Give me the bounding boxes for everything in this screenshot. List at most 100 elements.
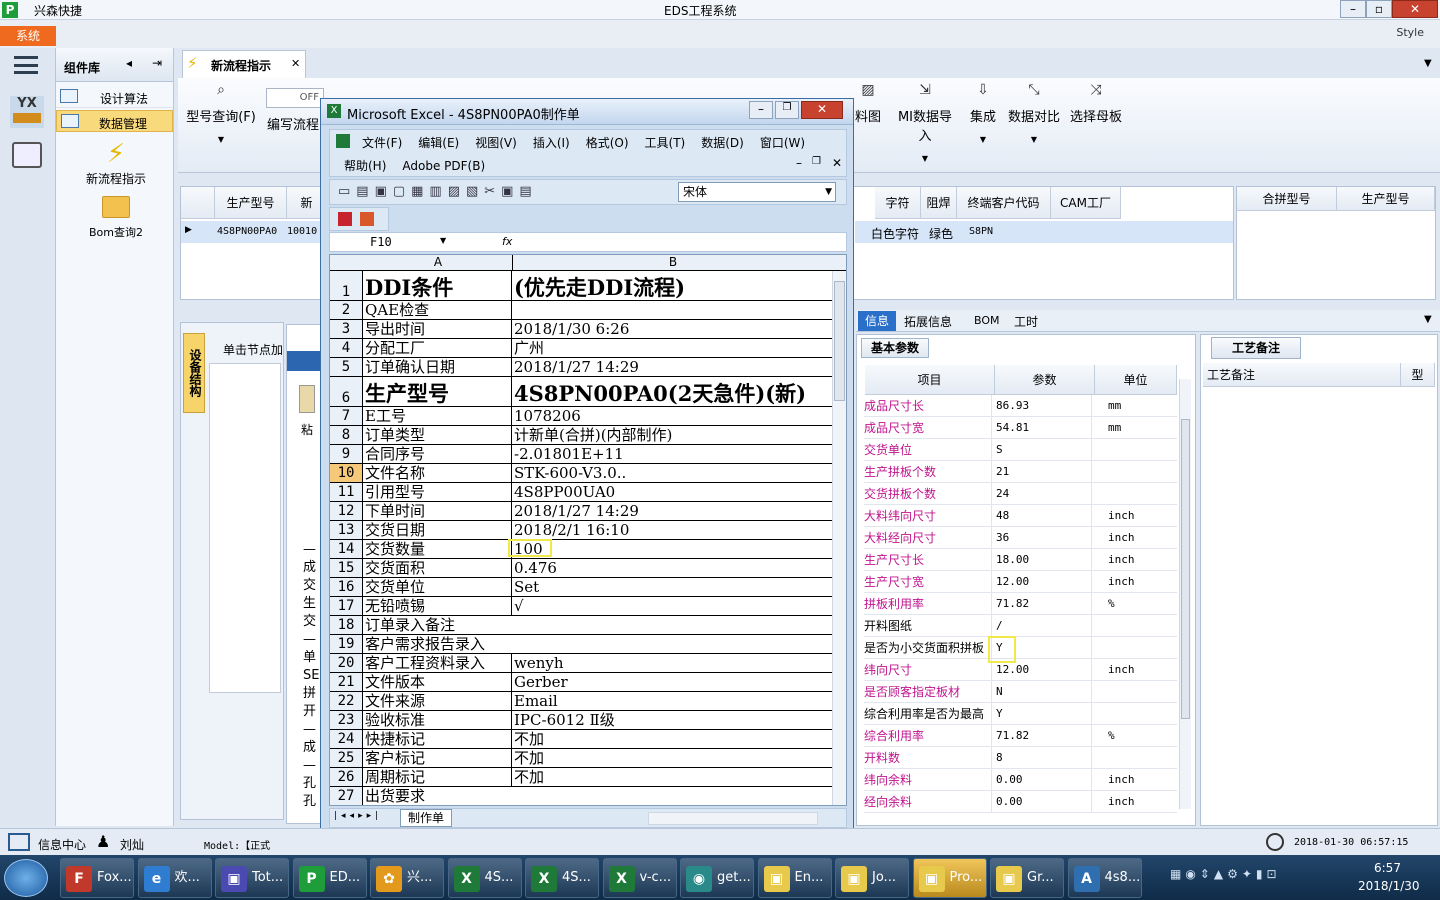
- cell-b[interactable]: wenyh: [513, 654, 831, 672]
- system-tab[interactable]: 系统: [0, 26, 56, 46]
- cell-b[interactable]: 100: [513, 540, 831, 558]
- taskbar-item[interactable]: ✿ 兴...: [370, 858, 444, 898]
- cell-b[interactable]: IPC-6012 Ⅱ级: [513, 711, 831, 729]
- sheet-tab-make[interactable]: 制作单: [400, 809, 452, 827]
- toolbar-icons[interactable]: ▭▤▣▢▦▥▨▧✂▣▤: [338, 184, 538, 199]
- row-number[interactable]: 18: [330, 616, 363, 634]
- calculator-icon[interactable]: [12, 142, 42, 168]
- cell-b[interactable]: 2018/2/1 16:10: [513, 521, 831, 539]
- tab-info[interactable]: 信息: [858, 311, 896, 331]
- sheet-row[interactable]: 24 快捷标记 不加: [330, 730, 832, 749]
- nav-item-data-management[interactable]: 数据管理: [56, 110, 173, 132]
- row-number[interactable]: 15: [330, 559, 363, 577]
- row-number[interactable]: 8: [330, 426, 363, 444]
- sheet-row[interactable]: 16 交货单位 Set: [330, 578, 832, 597]
- param-row[interactable]: 大料纬向尺寸 48 inch: [864, 505, 1177, 527]
- sheet-row[interactable]: 14 交货数量 100: [330, 540, 832, 559]
- row-number[interactable]: 23: [330, 711, 363, 729]
- close-button[interactable]: ✕: [1392, 0, 1438, 18]
- cell-a[interactable]: 无铅喷锡: [364, 597, 512, 615]
- param-row[interactable]: 交货拼板个数 24: [864, 483, 1177, 505]
- sheet-row[interactable]: 9 合同序号 -2.01801E+11: [330, 445, 832, 464]
- menu-tools[interactable]: 工具(T): [645, 136, 686, 150]
- clock-date[interactable]: 2018/1/30: [1358, 879, 1420, 893]
- cell-b[interactable]: 4S8PP00UA0: [513, 483, 831, 501]
- taskbar-item[interactable]: ▣ Jo...: [835, 858, 909, 898]
- cell-b[interactable]: √: [513, 597, 831, 615]
- param-row[interactable]: 生产拼板个数 21: [864, 461, 1177, 483]
- row-number[interactable]: 2: [330, 301, 363, 319]
- excel-maximize-button[interactable]: ❐: [775, 101, 799, 119]
- cell-a[interactable]: DDI条件: [364, 271, 512, 300]
- param-row[interactable]: 交货单位 S: [864, 439, 1177, 461]
- cell-a[interactable]: 客户工程资料录入: [364, 654, 512, 672]
- sheet-row[interactable]: 27 出货要求: [330, 787, 832, 805]
- cell-a[interactable]: 导出时间: [364, 320, 512, 338]
- taskbar-item[interactable]: ▣ Tot...: [215, 858, 289, 898]
- cell-a[interactable]: 出货要求: [364, 787, 512, 805]
- param-row[interactable]: 生产尺寸长 18.00 inch: [864, 549, 1177, 571]
- notes-col-type[interactable]: 型: [1401, 363, 1435, 387]
- cell-b[interactable]: 不加: [513, 749, 831, 767]
- cell-b[interactable]: 2018/1/27 14:29: [513, 358, 831, 376]
- write-process-button[interactable]: 编写流程: [258, 114, 328, 174]
- clock-time[interactable]: 6:57: [1374, 861, 1401, 875]
- tab-dropdown-icon[interactable]: ▼: [1424, 314, 1432, 325]
- sheet-row[interactable]: 1 DDI条件 (优先走DDI流程): [330, 271, 832, 301]
- sheet-row[interactable]: 12 下单时间 2018/1/27 14:29: [330, 502, 832, 521]
- excel-minimize-button[interactable]: –: [749, 101, 773, 119]
- row-number[interactable]: 19: [330, 635, 363, 653]
- param-row[interactable]: 纬向余料 0.00 inch: [864, 769, 1177, 791]
- cell-a[interactable]: 分配工厂: [364, 339, 512, 357]
- row-number[interactable]: 11: [330, 483, 363, 501]
- cell-a[interactable]: 快捷标记: [364, 730, 512, 748]
- row-number[interactable]: 25: [330, 749, 363, 767]
- paste-icon[interactable]: [299, 385, 315, 413]
- process-notes-tab[interactable]: 工艺备注: [1211, 337, 1301, 359]
- font-select[interactable]: 宋体 ▼: [678, 182, 836, 202]
- minimize-button[interactable]: –: [1340, 0, 1366, 18]
- sheet-row[interactable]: 4 分配工厂 广州: [330, 339, 832, 358]
- col-header-char[interactable]: 字符: [875, 187, 921, 219]
- start-button[interactable]: [4, 859, 48, 897]
- toggle-off[interactable]: OFF: [266, 88, 324, 108]
- style-label[interactable]: Style: [1396, 26, 1424, 39]
- col-header-merge-prod[interactable]: 生产型号: [1337, 187, 1435, 211]
- cell-a[interactable]: 交货数量: [364, 540, 512, 558]
- sheet-row[interactable]: 11 引用型号 4S8PP00UA0: [330, 483, 832, 502]
- cell-b[interactable]: [513, 301, 831, 319]
- col-header-b[interactable]: B: [513, 255, 833, 271]
- param-row[interactable]: 综合利用率 71.82%: [864, 725, 1177, 747]
- menu-window[interactable]: 窗口(W): [760, 136, 805, 150]
- sheet-vscrollbar[interactable]: [832, 271, 846, 805]
- sheet-row[interactable]: 3 导出时间 2018/1/30 6:26: [330, 320, 832, 339]
- cell-b[interactable]: (优先走DDI流程): [513, 271, 831, 300]
- cell-a[interactable]: 验收标准: [364, 711, 512, 729]
- nav-item-algorithm[interactable]: 设计算法: [56, 86, 173, 108]
- taskbar-item[interactable]: ▣ En...: [757, 858, 832, 898]
- tree-area[interactable]: [209, 363, 281, 693]
- cell-a[interactable]: 下单时间: [364, 502, 512, 520]
- param-col-unit[interactable]: 单位: [1095, 365, 1177, 395]
- cell-a[interactable]: 订单录入备注: [364, 616, 512, 634]
- excel-close-button[interactable]: ✕: [801, 101, 843, 119]
- row-number[interactable]: 22: [330, 692, 363, 710]
- table-row-right[interactable]: 白色字符 绿色 S8PN: [855, 221, 1233, 243]
- pin-icon[interactable]: ⇥: [152, 56, 162, 70]
- row-number[interactable]: 13: [330, 521, 363, 539]
- integrate-button[interactable]: ⇩ 集成 ▼: [966, 82, 1000, 144]
- sheet-row[interactable]: 20 客户工程资料录入 wenyh: [330, 654, 832, 673]
- sheet-row[interactable]: 17 无铅喷锡 √: [330, 597, 832, 616]
- basic-params-tab[interactable]: 基本参数: [861, 338, 929, 358]
- sheet-row[interactable]: 15 交货面积 0.476: [330, 559, 832, 578]
- cell-a[interactable]: 交货面积: [364, 559, 512, 577]
- menu-help[interactable]: 帮助(H): [344, 159, 386, 173]
- taskbar-item[interactable]: A 4s8...: [1067, 858, 1142, 898]
- menu-file[interactable]: 文件(F): [362, 136, 402, 150]
- tab-extended-info[interactable]: 拓展信息: [904, 313, 952, 330]
- sheet-row[interactable]: 18 订单录入备注: [330, 616, 832, 635]
- col-header-a[interactable]: A: [364, 255, 513, 271]
- col-header-solder[interactable]: 阻焊: [921, 187, 957, 219]
- sheet-row[interactable]: 10 文件名称 STK-600-V3.0..: [330, 464, 832, 483]
- cell-a[interactable]: 周期标记: [364, 768, 512, 786]
